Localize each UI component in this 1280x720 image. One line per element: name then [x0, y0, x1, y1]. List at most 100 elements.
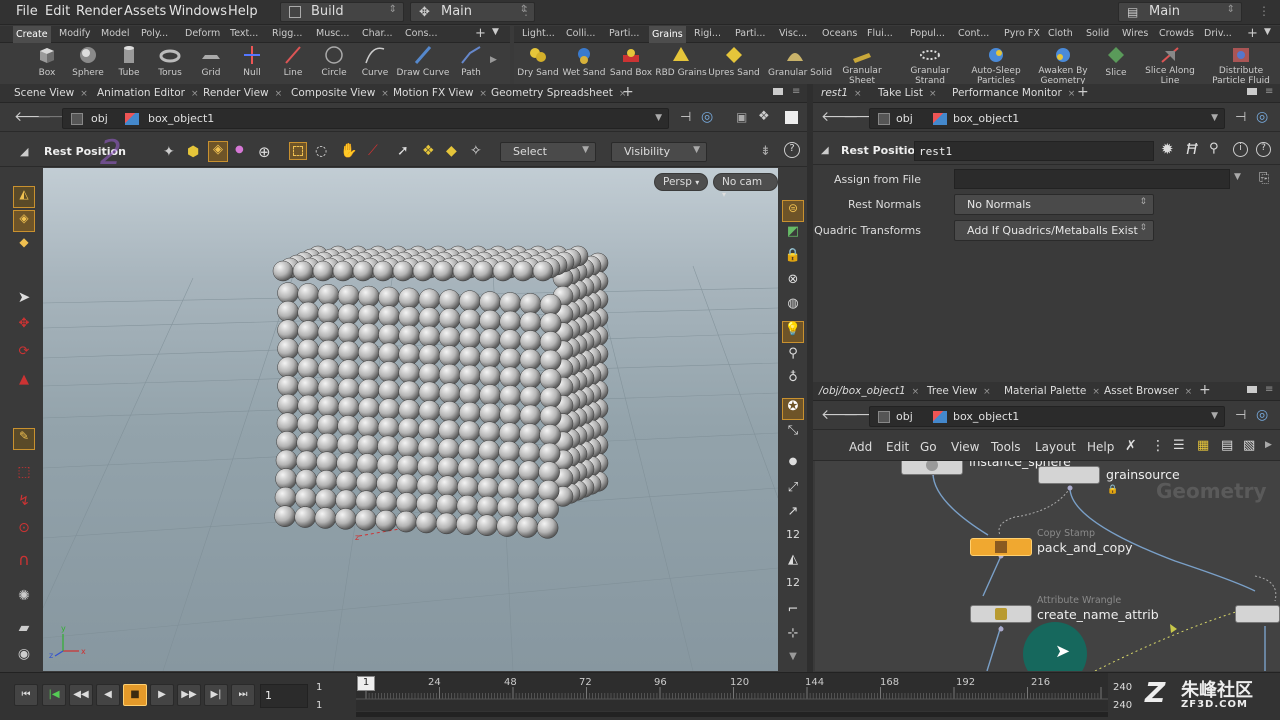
network-view-icon[interactable]: ▧ — [1243, 438, 1255, 453]
tool-curve[interactable]: Curve — [348, 45, 402, 78]
tree-icon[interactable]: ⋮ — [1151, 438, 1165, 454]
tool-granular-sheet[interactable]: Granular Sheet — [835, 45, 889, 86]
node-create-name-attrib[interactable] — [970, 605, 1032, 623]
node-offscreen[interactable] — [1235, 605, 1280, 623]
end-frame[interactable]: 240 — [1113, 682, 1132, 693]
gear-icon[interactable]: ✹ — [1161, 140, 1174, 158]
node-grainsource[interactable] — [1038, 466, 1100, 484]
path-root[interactable]: obj — [896, 410, 913, 423]
shelf-tab-rigid[interactable]: Rigi... — [694, 28, 721, 39]
shelf-tab-crowds[interactable]: Crowds — [1159, 28, 1194, 39]
select-mode-dropdown[interactable]: Select ▼ — [500, 142, 596, 162]
file-browse-icon[interactable]: ⎘ — [1259, 171, 1269, 186]
shelf-tab-pyro[interactable]: Pyro FX — [1004, 28, 1040, 39]
shelf-tab-container[interactable]: Cont... — [958, 28, 989, 39]
menu-edit[interactable]: Edit — [886, 440, 909, 454]
stop-button[interactable]: ■ — [123, 684, 147, 706]
path-object[interactable]: box_object1 — [148, 112, 214, 125]
desktop-dropdown[interactable]: Build ⇕ — [280, 2, 404, 22]
magnet-tool-icon[interactable]: ∩ — [13, 550, 35, 572]
vertex-numbers-icon[interactable]: 12 — [782, 576, 804, 598]
tab-tree-view[interactable]: Tree View × — [927, 385, 991, 397]
menu-render[interactable]: Render — [76, 4, 122, 19]
profile-icon[interactable]: ⌐ — [782, 602, 804, 624]
tool-granular-strand[interactable]: Granular Strand — [903, 45, 957, 86]
tab-animation-editor[interactable]: Animation Editor × — [97, 87, 199, 99]
start-frame[interactable]: 1 — [316, 682, 322, 693]
scene-viewport[interactable]: z x x y z Persp ▾ No cam ▾ — [43, 168, 778, 671]
tab-render-view[interactable]: Render View × — [203, 87, 282, 99]
go-to-start-button[interactable]: ⏮ — [14, 684, 38, 706]
rotate-handle-icon[interactable]: ◈ — [13, 210, 35, 232]
current-frame-field[interactable]: 1 — [260, 684, 308, 708]
pin-icon[interactable]: ⊣ — [1235, 110, 1246, 125]
add-shelf-icon[interactable]: + — [475, 26, 486, 41]
shelf-tab-lights[interactable]: Light... — [522, 28, 555, 39]
shelf-tab-create[interactable]: Create — [13, 26, 51, 43]
select-points-icon[interactable]: ✦ — [163, 144, 175, 160]
range-slider[interactable] — [356, 712, 1108, 717]
maximize-pane-icon[interactable] — [773, 88, 783, 95]
path-object[interactable]: box_object1 — [953, 112, 1019, 125]
chevron-down-icon[interactable]: ▼ — [1211, 113, 1218, 123]
shelf-tab-collisions[interactable]: Colli... — [566, 28, 595, 39]
right-desktop-dropdown[interactable]: ▤ Main ⇕ — [1118, 2, 1242, 22]
help-icon[interactable]: ? — [784, 142, 800, 158]
object-mode-icon[interactable]: ▣ — [736, 110, 747, 124]
select-tool-icon[interactable]: ➤ — [13, 288, 35, 310]
shelf-menu-chevron-icon[interactable]: ▼ — [492, 27, 499, 37]
snapping-icon[interactable]: ⊹ — [782, 626, 804, 648]
grid-view-icon[interactable]: ▦ — [1197, 438, 1209, 453]
context-dropdown[interactable]: ✥ Main ⇕ — [410, 2, 535, 22]
menu-layout[interactable]: Layout — [1035, 440, 1076, 454]
path-object[interactable]: box_object1 — [953, 410, 1019, 423]
node-instance-sphere[interactable] — [901, 461, 963, 475]
shelf-tab-modify[interactable]: Modify — [59, 28, 90, 39]
quadric-transforms-dropdown[interactable]: Add If Quadrics/Metaballs Exist ⇕ — [954, 220, 1154, 241]
shelf-tab-wires[interactable]: Wires — [1122, 28, 1148, 39]
select-edges-icon[interactable]: ◈ — [208, 141, 228, 162]
info-icon[interactable]: i — [1233, 142, 1248, 157]
scroll-right-icon[interactable]: ▶ — [1265, 440, 1272, 450]
help-icon[interactable]: ? — [1256, 142, 1271, 157]
vertex-normals-icon[interactable]: ↗ — [782, 504, 804, 526]
playhead-marker[interactable]: 1 — [357, 676, 375, 691]
toolbar-options-icon[interactable]: ⇟ — [760, 144, 771, 159]
network-path-field[interactable]: obj box_object1 ▼ — [869, 406, 1225, 427]
go-to-end-button[interactable]: ⏭ — [231, 684, 255, 706]
lights-icon[interactable]: ⚲ — [782, 346, 804, 368]
param-path-field[interactable]: obj box_object1 ▼ — [869, 108, 1225, 129]
shelf-tab-grains[interactable]: Grains — [649, 26, 686, 43]
tool-sand-box[interactable]: Sand Box — [604, 45, 658, 78]
tool-auto-sleep[interactable]: Auto-Sleep Particles — [969, 45, 1023, 86]
timeline-ruler[interactable]: 24 48 72 96 120 144 168 192 216 1 — [356, 673, 1108, 717]
tool-upres-sand[interactable]: Upres Sand — [707, 45, 761, 78]
tool-wet-sand[interactable]: Wet Sand — [557, 45, 611, 78]
camera-icon[interactable]: ♁ — [782, 370, 804, 392]
assign-from-file-field[interactable] — [954, 169, 1230, 189]
pin-icon[interactable]: ⊣ — [1235, 408, 1246, 423]
tool-granular-solid[interactable]: Granular Solid — [768, 45, 832, 78]
shelf-menu-chevron-icon[interactable]: ▼ — [1264, 27, 1271, 37]
shelf-tab-cloth[interactable]: Cloth — [1048, 28, 1073, 39]
select-breakpoints-icon[interactable]: ⊕ — [258, 143, 271, 161]
pose-tool-icon[interactable]: ⬚ — [13, 464, 35, 486]
shelf-tab-poly[interactable]: Poly... — [141, 28, 168, 39]
menu-view[interactable]: View — [951, 440, 979, 454]
snapshot-icon[interactable]: ◉ — [13, 646, 35, 668]
path-root[interactable]: obj — [896, 112, 913, 125]
add-tab-icon[interactable]: + — [1077, 84, 1089, 100]
tool-rbd-grains[interactable]: RBD Grains — [654, 45, 708, 78]
tool-awaken[interactable]: Awaken By Geometry — [1036, 45, 1090, 86]
chevron-down-icon[interactable]: ▼ — [655, 113, 662, 123]
background-icon[interactable] — [785, 111, 798, 124]
brush-select-icon[interactable]: ✋ — [340, 143, 357, 159]
shelf-tab-viscous[interactable]: Visc... — [779, 28, 807, 39]
persp-view-button[interactable]: Persp ▾ — [654, 173, 709, 191]
node-pack-and-copy[interactable] — [970, 538, 1032, 556]
path-root[interactable]: obj — [91, 112, 108, 125]
tab-asset-browser[interactable]: Asset Browser × — [1104, 385, 1192, 397]
tab-geometry-spreadsheet[interactable]: Geometry Spreadsheet × — [491, 87, 626, 99]
scroll-right-icon[interactable]: ▶ — [490, 55, 497, 65]
tab-performance-monitor[interactable]: Performance Monitor × — [952, 87, 1075, 99]
